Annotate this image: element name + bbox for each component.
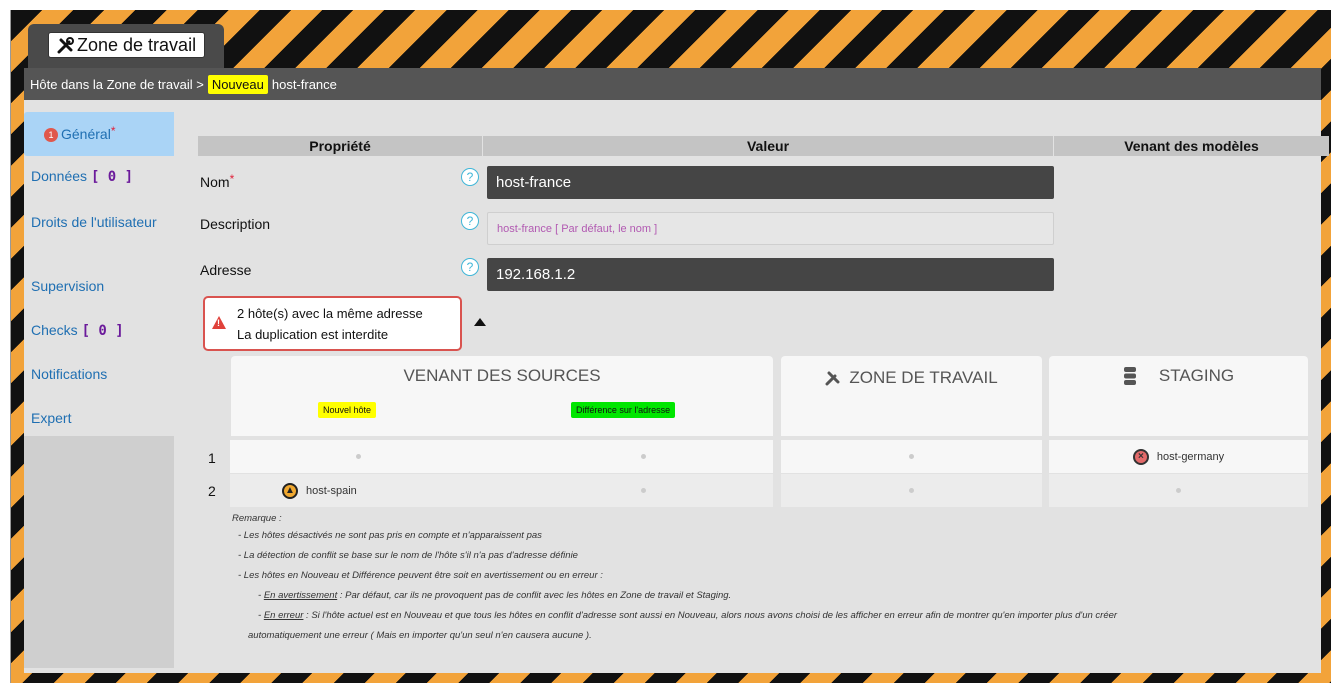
duplicate-address-alert: ! 2 hôte(s) avec la même adresse La dupl… — [203, 296, 462, 351]
empty-dot — [356, 454, 361, 459]
remark-line: - Les hôtes en Nouveau et Différence peu… — [238, 570, 603, 581]
remark-line: - La détection de conflit se base sur le… — [238, 550, 578, 561]
workspace-card-title: ZONE DE TRAVAIL — [849, 368, 998, 387]
data-count: [ 0 ] — [90, 169, 134, 185]
name-label-text: Nom — [200, 174, 230, 190]
error-count-badge: 1 — [44, 128, 58, 142]
sidebar-item-label: Général — [61, 126, 111, 142]
new-host-tag: Nouvel hôte — [318, 402, 377, 418]
name-label: Nom* — [200, 172, 234, 190]
alert-line-1: 2 hôte(s) avec la même adresse — [237, 306, 423, 321]
breadcrumb-prefix: Hôte dans la Zone de travail > — [30, 76, 204, 92]
remark-block: Remarque : - Les hôtes désactivés ne son… — [232, 512, 1322, 646]
row-number: 2 — [208, 483, 216, 499]
sidebar: 1 Général* Données [ 0 ] Droits de l'util… — [24, 112, 174, 673]
checks-count: [ 0 ] — [81, 323, 124, 339]
remark-warning-text: : Par défaut, car ils ne provoquent pas … — [337, 590, 732, 601]
status-badge-new: Nouveau — [207, 74, 268, 94]
remark-line: - En erreur : Si l'hôte actuel est en No… — [258, 610, 1118, 621]
sidebar-item-donnees[interactable]: Données [ 0 ] — [24, 156, 174, 200]
staging-card-title: STAGING — [1158, 366, 1235, 385]
error-circle-icon: × — [1132, 448, 1149, 465]
empty-dot — [641, 488, 646, 493]
sidebar-item-droits[interactable]: Droits de l'utilisateur — [24, 200, 174, 266]
database-icon — [1123, 367, 1136, 385]
empty-dot — [909, 488, 914, 493]
sidebar-item-notifications[interactable]: Notifications — [24, 354, 174, 398]
staging-card: STAGING — [1049, 356, 1308, 436]
address-label: Adresse — [200, 262, 252, 278]
required-marker: * — [110, 124, 116, 138]
host-name[interactable]: host-germany — [1157, 451, 1224, 463]
description-label: Description — [200, 216, 271, 232]
description-field[interactable]: host-france [ Par défaut, le nom ] — [487, 212, 1054, 245]
sidebar-item-label: Notifications — [31, 366, 108, 382]
wrench-screwdriver-icon — [57, 37, 74, 54]
empty-dot — [909, 454, 914, 459]
sources-card: VENANT DES SOURCES Nouvel hôte Différenc… — [231, 356, 773, 436]
source-cell: ▲ host-spain — [230, 474, 773, 507]
workspace-button[interactable]: Zone de travail — [48, 32, 206, 58]
breadcrumb-host: host-france — [271, 76, 337, 92]
sidebar-item-expert[interactable]: Expert — [24, 398, 174, 436]
breadcrumb: Hôte dans la Zone de travail > Nouveau h… — [24, 68, 1321, 100]
sidebar-filler — [24, 436, 174, 668]
column-header-property: Propriété — [198, 136, 482, 156]
sidebar-item-checks[interactable]: Checks [ 0 ] — [24, 310, 174, 354]
column-header-templates: Venant des modèles — [1054, 136, 1329, 156]
warning-icon-glyph: ! — [217, 318, 220, 328]
name-field[interactable]: host-france — [487, 166, 1054, 199]
sources-title: VENANT DES SOURCES — [403, 366, 601, 385]
column-header-value: Valeur — [483, 136, 1053, 156]
collapse-caret-icon[interactable] — [474, 318, 486, 326]
remark-warning-label: En avertissement — [263, 590, 338, 601]
wrench-screwdriver-icon — [825, 371, 840, 386]
required-marker: * — [229, 172, 235, 186]
host-name[interactable]: host-spain — [306, 485, 357, 497]
address-field[interactable]: 192.168.1.2 — [487, 258, 1054, 291]
row-number: 1 — [208, 450, 216, 466]
warning-circle-icon: ▲ — [282, 482, 298, 499]
help-icon[interactable]: ? — [461, 212, 479, 230]
workspace-title: Zone de travail — [77, 34, 197, 55]
empty-dot — [1176, 488, 1181, 493]
empty-dot — [641, 454, 646, 459]
help-icon[interactable]: ? — [461, 258, 479, 276]
sidebar-item-label: Expert — [31, 410, 72, 426]
workspace-tab: Zone de travail — [28, 24, 224, 68]
remark-title: Remarque : — [232, 513, 282, 524]
workspace-card: ZONE DE TRAVAIL — [781, 356, 1042, 436]
warning-icon: ! — [212, 316, 226, 329]
sidebar-item-label: Supervision — [31, 278, 105, 294]
remark-error-text: : Si l'hôte actuel est en Nouveau et que… — [303, 610, 1118, 621]
remark-line: - Les hôtes désactivés ne sont pas pris … — [238, 530, 542, 541]
table-row: × host-germany — [230, 440, 1308, 473]
address-diff-tag: Différence sur l'adresse — [571, 402, 676, 418]
sidebar-item-general[interactable]: 1 Général* — [24, 112, 174, 156]
workspace-cell — [781, 440, 1042, 473]
workspace-cell — [781, 474, 1042, 507]
sidebar-item-label: Droits de l'utilisateur — [31, 214, 157, 230]
remark-line: automatiquement une erreur ( Mais en imp… — [248, 630, 592, 641]
table-row: ▲ host-spain — [230, 474, 1308, 507]
property-table-header: Propriété Valeur Venant des modèles — [198, 136, 1330, 156]
remark-error-label: En erreur — [263, 610, 304, 621]
source-cell — [230, 440, 773, 473]
remark-line: - En avertissement : Par défaut, car ils… — [258, 590, 732, 601]
sidebar-item-supervision[interactable]: Supervision — [24, 266, 174, 310]
sidebar-item-label: Checks — [31, 322, 78, 338]
help-icon[interactable]: ? — [461, 168, 479, 186]
alert-line-2: La duplication est interdite — [237, 327, 389, 342]
sidebar-item-label: Données — [31, 168, 88, 184]
staging-cell — [1049, 474, 1308, 507]
staging-cell: × host-germany — [1049, 440, 1308, 473]
